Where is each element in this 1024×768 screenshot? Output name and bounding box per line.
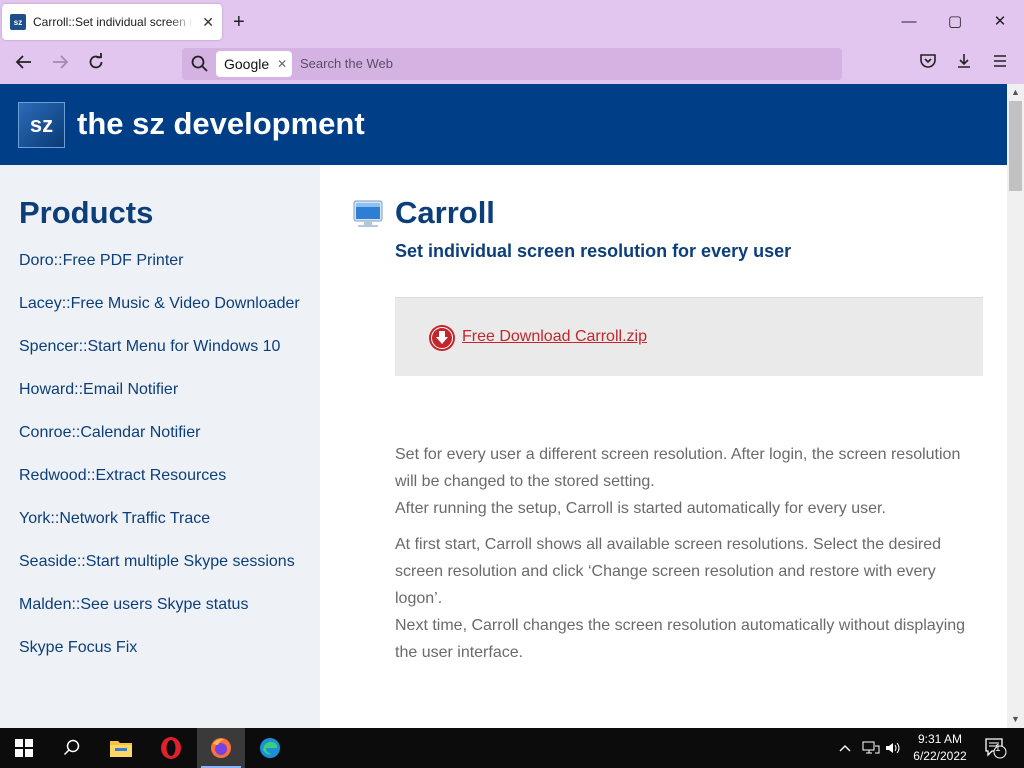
back-button[interactable]	[12, 52, 36, 76]
page-subtitle: Set individual screen resolution for eve…	[395, 241, 792, 261]
clock-time: 9:31 AM	[917, 732, 963, 746]
sidebar-item-seaside[interactable]: Seaside::Start multiple Skype sessions	[19, 550, 304, 574]
product-list: Doro::Free PDF Printer Lacey::Free Music…	[19, 249, 304, 679]
notification-count: 1	[995, 743, 1001, 754]
address-bar[interactable]: Google ✕ Search the Web	[182, 48, 842, 80]
products-sidebar: Products Doro::Free PDF Printer Lacey::F…	[0, 165, 320, 728]
search-engine-chip[interactable]: Google ✕	[216, 51, 292, 77]
menu-button[interactable]	[988, 52, 1012, 76]
sidebar-item-conroe[interactable]: Conroe::Calendar Notifier	[19, 421, 304, 445]
clock-date: 6/22/2022	[913, 749, 967, 763]
search-icon	[191, 55, 208, 72]
remove-engine-icon[interactable]: ✕	[277, 57, 287, 71]
firefox-icon	[211, 738, 231, 758]
search-icon	[63, 739, 80, 756]
download-box: Free Download Carroll.zip	[395, 297, 983, 376]
taskbar-file-explorer[interactable]	[97, 728, 145, 768]
description-paragraph: Set for every user a different screen re…	[395, 446, 961, 517]
sidebar-item-redwood[interactable]: Redwood::Extract Resources	[19, 464, 304, 488]
network-status[interactable]	[862, 728, 880, 768]
windows-logo-icon	[15, 739, 33, 757]
speaker-icon	[886, 742, 900, 754]
reload-icon	[89, 53, 103, 69]
sidebar-item-york[interactable]: York::Network Traffic Trace	[19, 507, 304, 531]
site-logo[interactable]: sz	[18, 102, 65, 148]
scroll-thumb[interactable]	[1009, 101, 1022, 191]
reload-button[interactable]	[84, 52, 108, 76]
hamburger-menu-icon	[994, 55, 1006, 67]
page-viewport: sz the sz development Products Doro::Fre…	[0, 84, 1024, 728]
site-title[interactable]: the sz development	[77, 106, 365, 142]
monitor-icon	[353, 200, 383, 227]
maximize-icon[interactable]: ▢	[943, 10, 967, 34]
show-hidden-icons[interactable]	[838, 728, 852, 768]
tab-title: Carroll::Set individual screen resolutio…	[33, 15, 193, 29]
system-clock[interactable]: 9:31 AM 6/22/2022	[905, 731, 975, 765]
search-input[interactable]: Search the Web	[300, 56, 393, 71]
download-icon	[958, 54, 970, 68]
network-icon	[862, 741, 880, 754]
taskbar-edge[interactable]	[246, 728, 294, 768]
new-tab-button[interactable]: +	[233, 10, 245, 34]
taskbar-search-button[interactable]	[48, 728, 96, 768]
main-content: Carroll Set individual screen resolution…	[320, 165, 1007, 728]
scroll-up-icon[interactable]: ▲	[1007, 84, 1024, 101]
edge-icon	[260, 738, 280, 758]
vertical-scrollbar[interactable]: ▲ ▼	[1007, 84, 1024, 728]
forward-arrow-icon	[53, 55, 69, 69]
minimize-icon[interactable]: —	[897, 10, 921, 34]
download-arrow-icon[interactable]	[428, 324, 456, 352]
page-title: Carroll	[395, 195, 495, 230]
start-button[interactable]	[0, 728, 48, 768]
sidebar-item-lacey[interactable]: Lacey::Free Music & Video Downloader	[19, 292, 304, 316]
browser-tab[interactable]: sz Carroll::Set individual screen resolu…	[2, 4, 222, 40]
sidebar-item-doro[interactable]: Doro::Free PDF Printer	[19, 249, 304, 273]
sidebar-item-malden[interactable]: Malden::See users Skype status	[19, 593, 304, 617]
folder-icon	[110, 741, 132, 757]
pocket-icon	[920, 54, 936, 68]
action-center-button[interactable]: 1	[984, 728, 1008, 768]
opera-icon	[161, 737, 181, 759]
volume-control[interactable]	[885, 728, 903, 768]
chevron-up-icon	[839, 745, 851, 752]
sidebar-item-spencer[interactable]: Spencer::Start Menu for Windows 10	[19, 335, 304, 359]
browser-nav-bar: Google ✕ Search the Web	[0, 44, 1024, 84]
sidebar-item-skype-focus-fix[interactable]: Skype Focus Fix	[19, 636, 304, 660]
back-arrow-icon	[15, 55, 31, 69]
downloads-button[interactable]	[952, 52, 976, 76]
site-header: sz the sz development	[0, 84, 1007, 165]
pocket-button[interactable]	[916, 52, 940, 76]
windows-taskbar: 9:31 AM 6/22/2022 1	[0, 728, 1024, 768]
scroll-down-icon[interactable]: ▼	[1007, 711, 1024, 728]
tab-close-icon[interactable]: ✕	[202, 14, 214, 31]
search-engine-label: Google	[224, 56, 270, 72]
taskbar-firefox[interactable]	[197, 728, 245, 768]
taskbar-opera[interactable]	[147, 728, 195, 768]
close-window-icon[interactable]: ✕	[988, 10, 1012, 34]
sidebar-item-howard[interactable]: Howard::Email Notifier	[19, 378, 304, 402]
description-paragraph: At first start, Carroll shows all availa…	[395, 536, 966, 661]
download-link[interactable]: Free Download Carroll.zip	[462, 328, 647, 346]
sidebar-heading: Products	[19, 195, 154, 230]
forward-button[interactable]	[48, 52, 72, 76]
product-description: Set for every user a different screen re…	[395, 441, 985, 675]
site-favicon-icon: sz	[10, 14, 26, 30]
browser-tab-bar: sz Carroll::Set individual screen resolu…	[0, 0, 1024, 44]
